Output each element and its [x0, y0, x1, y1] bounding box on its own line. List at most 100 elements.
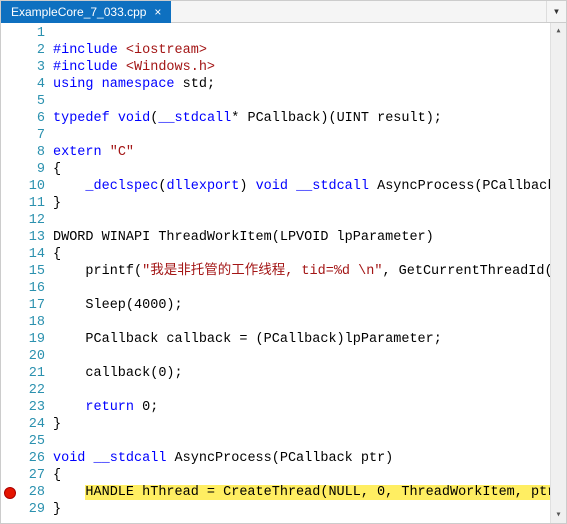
code-line[interactable]: [53, 433, 566, 450]
glyph-row[interactable]: [1, 297, 19, 314]
code-line[interactable]: printf("我是非托管的工作线程, tid=%d \n", GetCurre…: [53, 263, 566, 280]
glyph-row[interactable]: [1, 93, 19, 110]
code-line[interactable]: PCallback callback = (PCallback)lpParame…: [53, 331, 566, 348]
glyph-margin[interactable]: [1, 23, 19, 523]
glyph-row[interactable]: [1, 212, 19, 229]
glyph-row[interactable]: [1, 399, 19, 416]
line-number: 13: [19, 229, 45, 246]
glyph-row[interactable]: [1, 450, 19, 467]
code-line[interactable]: [53, 212, 566, 229]
code-line[interactable]: [53, 314, 566, 331]
token: [85, 451, 93, 466]
scroll-up-button[interactable]: ▴: [551, 23, 566, 39]
token: {: [53, 162, 61, 177]
glyph-row[interactable]: [1, 416, 19, 433]
token: {: [53, 468, 61, 483]
code-line[interactable]: DWORD WINAPI ThreadWorkItem(LPVOID lpPar…: [53, 229, 566, 246]
code-line[interactable]: Sleep(4000);: [53, 297, 566, 314]
scroll-down-button[interactable]: ▾: [551, 507, 566, 523]
glyph-row[interactable]: [1, 314, 19, 331]
glyph-row[interactable]: [1, 433, 19, 450]
glyph-row[interactable]: [1, 467, 19, 484]
line-number: 5: [19, 93, 45, 110]
glyph-row[interactable]: [1, 484, 19, 501]
line-number: 21: [19, 365, 45, 382]
glyph-row[interactable]: [1, 331, 19, 348]
code-line[interactable]: }: [53, 416, 566, 433]
token-kw: void: [256, 179, 288, 194]
token: printf(: [53, 264, 142, 279]
code-line[interactable]: callback(0);: [53, 365, 566, 382]
code-line[interactable]: {: [53, 467, 566, 484]
glyph-row[interactable]: [1, 365, 19, 382]
token: callback(0);: [53, 366, 183, 381]
line-number: 6: [19, 110, 45, 127]
token: }: [53, 417, 61, 432]
glyph-row[interactable]: [1, 110, 19, 127]
code-line[interactable]: #include <iostream>: [53, 42, 566, 59]
file-tab[interactable]: ExampleCore_7_033.cpp ×: [1, 1, 171, 23]
code-line[interactable]: #include <Windows.h>: [53, 59, 566, 76]
code-line[interactable]: void __stdcall AsyncProcess(PCallback pt…: [53, 450, 566, 467]
code-line[interactable]: [53, 25, 566, 42]
code-line[interactable]: using namespace std;: [53, 76, 566, 93]
breakpoint-icon[interactable]: [4, 487, 16, 499]
glyph-row[interactable]: [1, 42, 19, 59]
glyph-row[interactable]: [1, 161, 19, 178]
glyph-row[interactable]: [1, 144, 19, 161]
line-number-gutter: 1234567891011121314151617181920212223242…: [19, 23, 53, 523]
line-number: 17: [19, 297, 45, 314]
glyph-row[interactable]: [1, 263, 19, 280]
token-kw: __stdcall: [94, 451, 167, 466]
token: * PCallback)(UINT result);: [231, 111, 442, 126]
token: [53, 400, 85, 415]
token-str: <Windows.h>: [126, 60, 215, 75]
code-line[interactable]: }: [53, 195, 566, 212]
glyph-row[interactable]: [1, 280, 19, 297]
code-line[interactable]: }: [53, 501, 566, 518]
glyph-row[interactable]: [1, 246, 19, 263]
code-line[interactable]: typedef void(__stdcall* PCallback)(UINT …: [53, 110, 566, 127]
code-line[interactable]: [53, 93, 566, 110]
tab-title: ExampleCore_7_033.cpp: [11, 5, 146, 19]
code-line[interactable]: _declspec(dllexport) void __stdcall Asyn…: [53, 178, 566, 195]
code-area[interactable]: #include <iostream>#include <Windows.h>u…: [53, 23, 566, 523]
token-kw: void: [118, 111, 150, 126]
code-line[interactable]: {: [53, 161, 566, 178]
close-icon[interactable]: ×: [154, 6, 161, 18]
code-line[interactable]: [53, 348, 566, 365]
code-line[interactable]: [53, 280, 566, 297]
glyph-row[interactable]: [1, 382, 19, 399]
glyph-row[interactable]: [1, 501, 19, 518]
glyph-row[interactable]: [1, 25, 19, 42]
line-number: 10: [19, 178, 45, 195]
vertical-scrollbar[interactable]: ▴ ▾: [550, 23, 566, 523]
glyph-row[interactable]: [1, 76, 19, 93]
token: [118, 43, 126, 58]
code-line[interactable]: {: [53, 246, 566, 263]
token: {: [53, 247, 61, 262]
code-line[interactable]: HANDLE hThread = CreateThread(NULL, 0, T…: [53, 484, 566, 501]
line-number: 25: [19, 433, 45, 450]
code-line[interactable]: [53, 127, 566, 144]
line-number: 7: [19, 127, 45, 144]
token-hl: HANDLE hThread = CreateThread(NULL, 0, T…: [85, 485, 566, 500]
token-kw: extern: [53, 145, 102, 160]
glyph-row[interactable]: [1, 195, 19, 212]
glyph-row[interactable]: [1, 348, 19, 365]
line-number: 2: [19, 42, 45, 59]
code-line[interactable]: extern "C": [53, 144, 566, 161]
line-number: 22: [19, 382, 45, 399]
code-line[interactable]: return 0;: [53, 399, 566, 416]
code-editor[interactable]: 1234567891011121314151617181920212223242…: [1, 23, 566, 523]
line-number: 15: [19, 263, 45, 280]
glyph-row[interactable]: [1, 127, 19, 144]
token: DWORD WINAPI ThreadWorkItem(LPVOID lpPar…: [53, 230, 434, 245]
glyph-row[interactable]: [1, 59, 19, 76]
line-number: 27: [19, 467, 45, 484]
glyph-row[interactable]: [1, 178, 19, 195]
glyph-row[interactable]: [1, 229, 19, 246]
line-number: 26: [19, 450, 45, 467]
code-line[interactable]: [53, 382, 566, 399]
tab-overflow-button[interactable]: ▾: [546, 1, 566, 22]
